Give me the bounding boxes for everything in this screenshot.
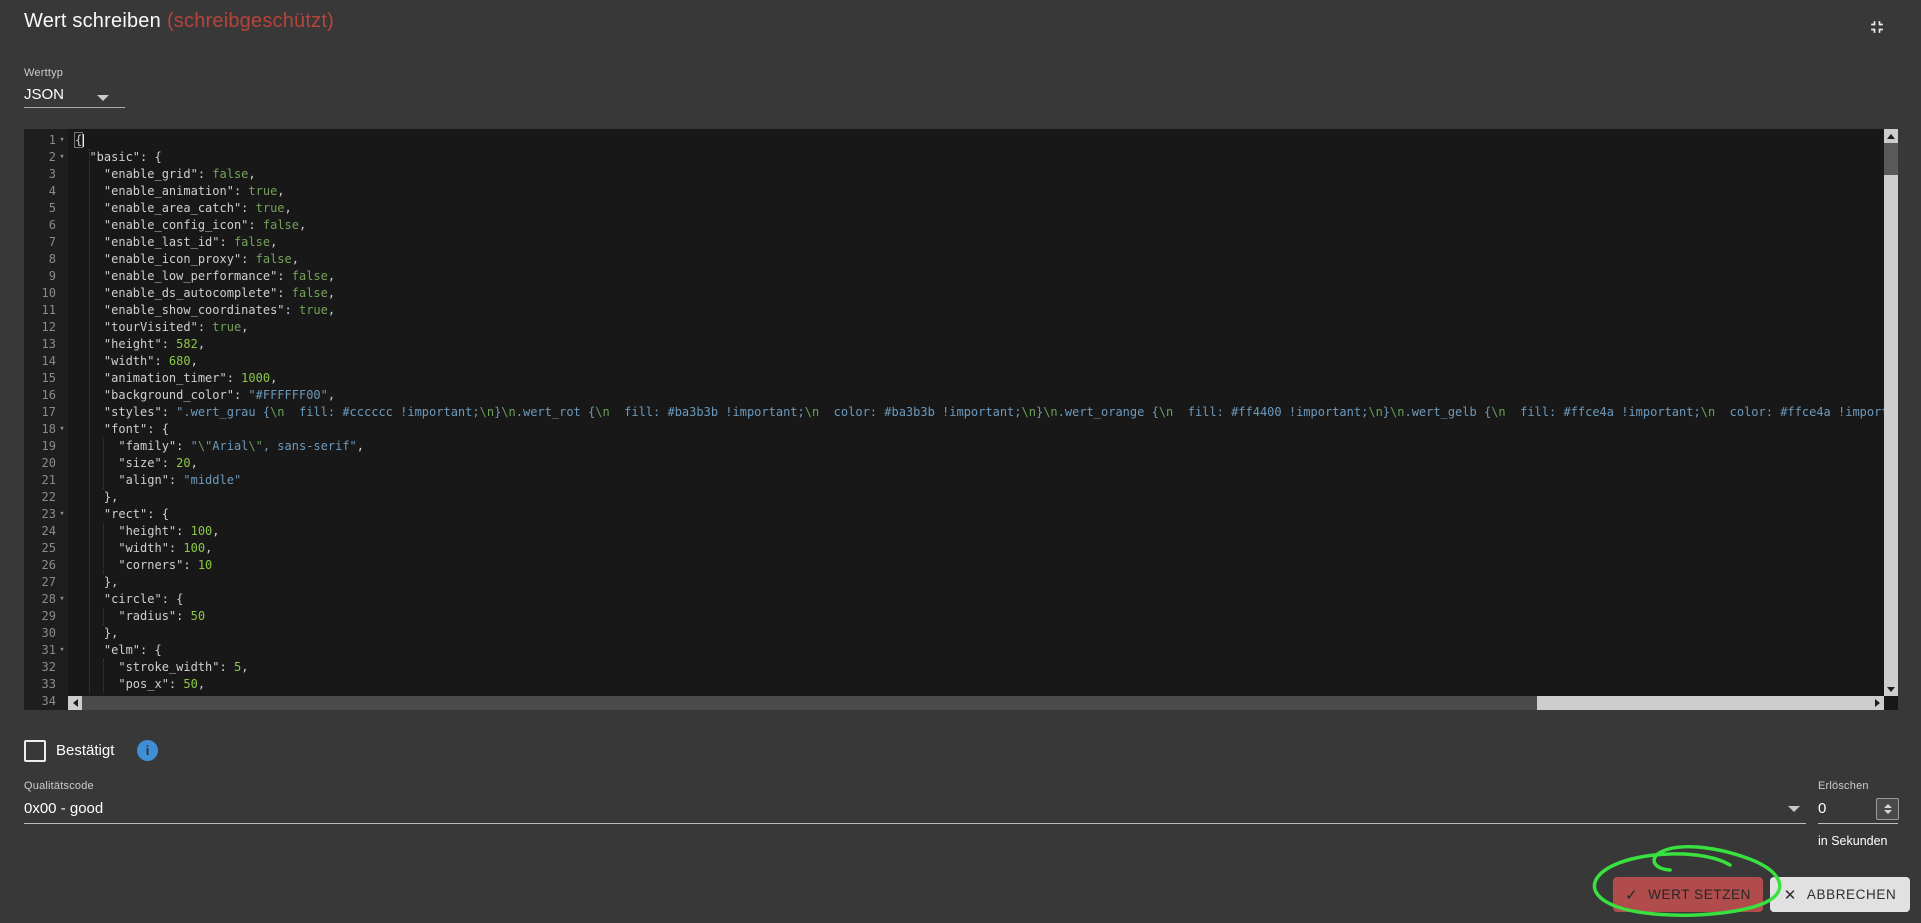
code-line: 21 "align": "middle" — [41, 473, 242, 487]
quality-code-select[interactable]: 0x00 - good — [24, 800, 103, 817]
expire-label: Erlöschen — [1818, 780, 1869, 792]
json-value-editor[interactable]: 1 ▾{ 2 ▾ "basic": { 3 "enable_grid": false, 4… — [24, 129, 1898, 710]
code-line: 32 "stroke_width": 5, — [41, 660, 249, 674]
scroll-right-button[interactable] — [1870, 696, 1884, 710]
code-line: 14 "width": 680, — [41, 354, 198, 368]
code-line: 4 "enable_animation": true, — [48, 184, 285, 198]
info-glyph: i — [145, 743, 150, 758]
expire-unit-label: in Sekunden — [1818, 834, 1888, 848]
code-line: 33 "pos_x": 50, — [41, 677, 206, 691]
expire-underline — [1818, 823, 1898, 824]
code-line: 15 "animation_timer": 1000, — [41, 371, 278, 385]
code-line: 5 "enable_area_catch": true, — [48, 201, 292, 215]
arrow-right-icon — [1874, 699, 1880, 707]
expire-stepper[interactable] — [1876, 798, 1899, 820]
quality-code-label: Qualitätscode — [24, 780, 94, 792]
vertical-scrollbar[interactable] — [1884, 129, 1898, 696]
arrow-left-icon — [72, 699, 78, 707]
code-line: 28 ▾ "circle": { — [41, 592, 184, 606]
indent-guide — [103, 523, 104, 574]
code-line: 9 "enable_low_performance": false, — [48, 269, 336, 283]
page-title: Wert schreiben (schreibgeschützt) — [24, 10, 334, 33]
value-type-select[interactable]: JSON — [24, 86, 64, 103]
horizontal-scrollbar[interactable] — [68, 696, 1884, 710]
arrow-down-icon — [1887, 686, 1895, 692]
horizontal-scrollbar-thumb[interactable] — [1537, 696, 1870, 710]
scroll-left-button[interactable] — [68, 696, 82, 710]
code-line: 19 "family": "\"Arial\", sans-serif", — [41, 439, 365, 453]
code-line: 20 "size": 20, — [41, 456, 198, 470]
code-line: 7 "enable_last_id": false, — [48, 235, 278, 249]
code-line: 11 "enable_show_coordinates": true, — [41, 303, 336, 317]
collapse-dialog-button[interactable] — [1862, 14, 1892, 44]
check-icon: ✓ — [1624, 886, 1639, 904]
code-line: 3 "enable_grid": false, — [48, 167, 256, 181]
text-cursor — [82, 134, 85, 147]
set-value-button[interactable]: ✓ WERT SETZEN — [1613, 877, 1763, 912]
set-value-button-label: WERT SETZEN — [1648, 887, 1752, 902]
quality-code-underline — [24, 823, 1806, 824]
confirmed-label: Bestätigt — [56, 742, 115, 759]
confirmed-checkbox[interactable] — [24, 740, 46, 762]
code-line: 18 ▾ "font": { — [41, 422, 169, 436]
code-line: 27 }, — [41, 575, 119, 589]
indent-guide — [103, 608, 104, 625]
code-line: 6 "enable_config_icon": false, — [48, 218, 307, 232]
code-line: 23 ▾ "rect": { — [41, 507, 169, 521]
code-line: 10 "enable_ds_autocomplete": false, — [41, 286, 336, 300]
code-line: 16 "background_color": "#FFFFFF00", — [41, 388, 336, 402]
chevron-down-icon[interactable] — [1788, 806, 1800, 812]
code-line: 1 ▾{ — [48, 132, 85, 148]
cancel-button[interactable]: ✕ ABBRECHEN — [1770, 877, 1910, 912]
cancel-button-label: ABBRECHEN — [1806, 887, 1897, 902]
vertical-scrollbar-thumb[interactable] — [1884, 143, 1898, 175]
expire-input[interactable]: 0 — [1818, 800, 1826, 817]
code-line: 30 }, — [41, 626, 119, 640]
readonly-badge: (schreibgeschützt) — [166, 10, 334, 32]
code-line: 13 "height": 582, — [41, 337, 206, 351]
code-line: 25 "width": 100, — [41, 541, 213, 555]
code-line: 17 "styles": ".wert_grau {\n fill: #cccc… — [41, 405, 1898, 419]
scroll-up-button[interactable] — [1884, 129, 1898, 143]
code-line: 24 "height": 100, — [41, 524, 220, 538]
code-line: 2 ▾ "basic": { — [48, 150, 162, 164]
stepper-down-icon[interactable] — [1883, 810, 1892, 814]
info-icon[interactable]: i — [137, 740, 158, 761]
close-icon: ✕ — [1783, 886, 1797, 904]
value-type-label: Werttyp — [24, 67, 64, 79]
chevron-down-icon[interactable] — [97, 95, 109, 101]
value-type-underline — [24, 107, 125, 108]
code-line: 22 }, — [41, 490, 119, 504]
code-line: 29 "radius": 50 — [41, 609, 206, 623]
arrow-up-icon — [1887, 133, 1895, 139]
dialog-title-text: Wert schreiben — [24, 10, 161, 32]
stepper-up-icon[interactable] — [1883, 804, 1892, 808]
fullscreen-exit-icon — [1867, 17, 1887, 42]
indent-guide — [89, 149, 90, 693]
code-line: 8 "enable_icon_proxy": false, — [48, 252, 299, 266]
indent-guide — [103, 659, 104, 693]
write-value-dialog: { "window": { "title": "Wert schreiben",… — [0, 0, 1921, 921]
code-line: 12 "tourVisited": true, — [41, 320, 249, 334]
indent-guide — [103, 438, 104, 489]
scroll-down-button[interactable] — [1884, 682, 1898, 696]
code-line: 31 ▾ "elm": { — [41, 643, 162, 657]
code-line: 26 "corners": 10 — [41, 558, 213, 572]
editor-code-area[interactable]: 1 ▾{ 2 ▾ "basic": { 3 "enable_grid": false, 4… — [24, 129, 1898, 710]
